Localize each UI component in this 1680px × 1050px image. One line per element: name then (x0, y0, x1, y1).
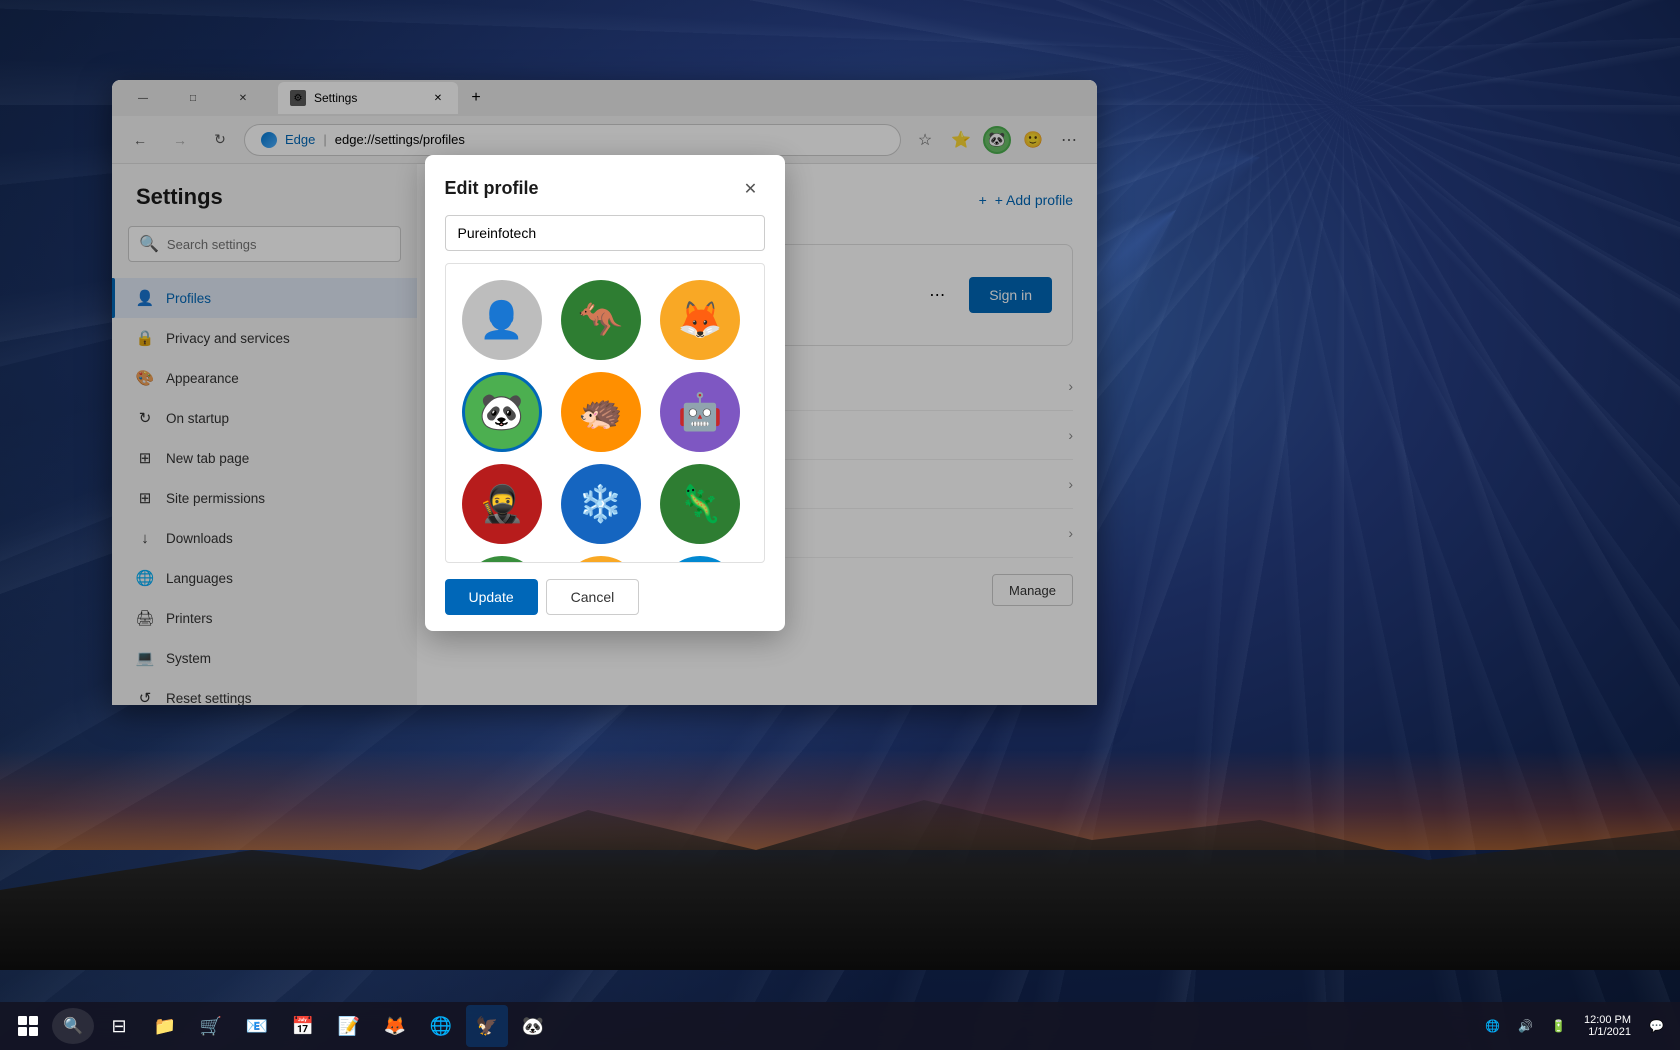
time-text: 12:00 PM (1584, 1014, 1631, 1026)
avatar-chick[interactable]: 🐥 (561, 556, 641, 563)
chrome-button[interactable]: 🌐 (420, 1005, 462, 1047)
avatar-fox[interactable]: 🦊 (660, 280, 740, 360)
avatar-panda[interactable]: 🐼 (462, 372, 542, 452)
update-button[interactable]: Update (445, 579, 538, 615)
taskbar: 🔍 ⊟ 📁 🛒 📧 📅 📝 🦊 🌐 🦅 🐼 🌐 🔊 🔋 12:00 PM 1/1… (0, 1002, 1680, 1050)
start-button[interactable] (8, 1006, 48, 1046)
battery-button[interactable]: 🔋 (1543, 1005, 1574, 1047)
avatar-scroll-area[interactable]: 👤 🦘 🦊 🐼 🦔 🤖 (445, 263, 765, 563)
avatar-robot[interactable]: 🤖 (660, 372, 740, 452)
task-view-button[interactable]: ⊟ (98, 1005, 140, 1047)
avatar-ninja[interactable]: 🥷 (462, 464, 542, 544)
blank-avatar-icon: 👤 (479, 299, 524, 341)
file-explorer-button[interactable]: 📁 (144, 1005, 186, 1047)
avatar-bubble[interactable]: 💧 (660, 556, 740, 563)
edit-profile-dialog: Edit profile ✕ 👤 🦘 🦊 (425, 155, 785, 631)
volume-button[interactable]: 🔊 (1510, 1005, 1541, 1047)
avatar-dino[interactable]: 🦎 (660, 464, 740, 544)
dialog-close-button[interactable]: ✕ (737, 175, 765, 203)
taskbar-search-button[interactable]: 🔍 (52, 1008, 94, 1044)
avatar-kangaroo[interactable]: 🦘 (561, 280, 641, 360)
dino-avatar-icon: 🦎 (678, 483, 723, 525)
firefox-button[interactable]: 🦊 (374, 1005, 416, 1047)
avatar-blank[interactable]: 👤 (462, 280, 542, 360)
clock-display[interactable]: 12:00 PM 1/1/2021 (1576, 1014, 1639, 1038)
dialog-footer: Update Cancel (425, 563, 785, 631)
hedgehog-avatar-icon: 🦔 (578, 391, 623, 433)
robot-avatar-icon: 🤖 (678, 391, 723, 433)
edge-taskbar-button[interactable]: 🦅 (466, 1005, 508, 1047)
word-button[interactable]: 📝 (328, 1005, 370, 1047)
dialog-header: Edit profile ✕ (425, 155, 785, 215)
taskbar-right-section: 🌐 🔊 🔋 12:00 PM 1/1/2021 💬 (1477, 1005, 1672, 1047)
yeti-avatar-icon: ❄️ (578, 483, 623, 525)
store-button[interactable]: 🛒 (190, 1005, 232, 1047)
date-text: 1/1/2021 (1588, 1026, 1631, 1038)
notifications-button[interactable]: 💬 (1641, 1005, 1672, 1047)
avatar-caterpillar[interactable]: 🐛 (462, 556, 542, 563)
ninja-avatar-icon: 🥷 (479, 483, 524, 525)
panda-avatar-icon: 🐼 (479, 391, 524, 433)
kangaroo-avatar-icon: 🦘 (578, 299, 623, 341)
panda-taskbar-button[interactable]: 🐼 (512, 1005, 554, 1047)
browser-window: — □ ✕ ⚙ Settings ✕ + ← → ↻ Edge | edge:/… (112, 80, 1097, 705)
network-button[interactable]: 🌐 (1477, 1005, 1508, 1047)
dialog-title: Edit profile (445, 178, 539, 199)
calendar-button[interactable]: 📅 (282, 1005, 324, 1047)
cancel-button[interactable]: Cancel (546, 579, 640, 615)
avatar-grid: 👤 🦘 🦊 🐼 🦔 🤖 (446, 264, 764, 563)
mail-button[interactable]: 📧 (236, 1005, 278, 1047)
avatar-yeti[interactable]: ❄️ (561, 464, 641, 544)
dialog-overlay: Edit profile ✕ 👤 🦘 🦊 (112, 80, 1097, 705)
fox-avatar-icon: 🦊 (678, 299, 723, 341)
profile-name-input[interactable] (445, 215, 765, 251)
start-icon (18, 1016, 38, 1036)
avatar-hedgehog[interactable]: 🦔 (561, 372, 641, 452)
